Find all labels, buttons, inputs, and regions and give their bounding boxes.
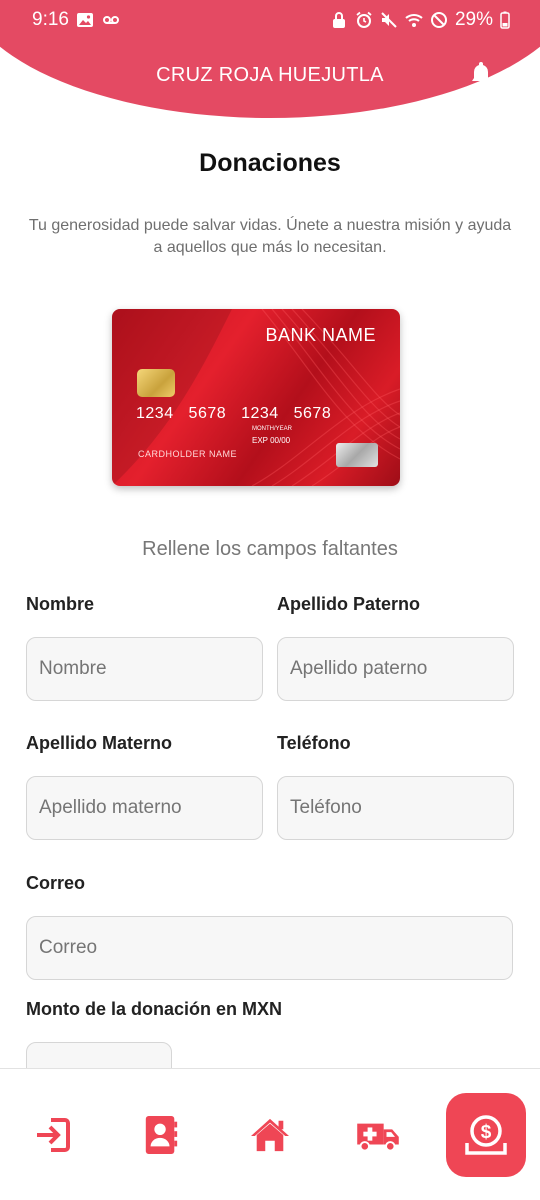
monto-label: Monto de la donación en MXN bbox=[26, 999, 282, 1019]
contacts-icon bbox=[145, 1116, 178, 1154]
expiry: EXP 00/00 bbox=[252, 436, 291, 445]
status-right-icons: 29% bbox=[330, 9, 510, 31]
telefono-input[interactable] bbox=[277, 776, 514, 840]
alarm-icon bbox=[355, 11, 373, 29]
nombre-label: Nombre bbox=[26, 594, 95, 614]
page-title: Donaciones bbox=[199, 149, 341, 177]
donation-icon: $ bbox=[465, 1115, 507, 1155]
apellido-paterno-input[interactable] bbox=[277, 637, 514, 701]
hologram-icon bbox=[336, 443, 378, 467]
lock-icon bbox=[330, 11, 348, 29]
correo-label: Correo bbox=[26, 873, 86, 893]
login-icon bbox=[37, 1118, 70, 1152]
home-icon bbox=[251, 1118, 289, 1152]
bottom-nav: $ bbox=[0, 1068, 540, 1200]
donations-screen: 9:16 29% CRUZ ROJA HUEJUTLA Donaciones T… bbox=[0, 0, 540, 1200]
ambulance-icon bbox=[357, 1123, 399, 1152]
mute-icon bbox=[380, 11, 398, 29]
gallery-icon bbox=[76, 11, 94, 29]
form-hint: Rellene los campos faltantes bbox=[142, 538, 398, 560]
bank-name: BANK NAME bbox=[265, 325, 376, 345]
nav-login[interactable] bbox=[23, 1095, 83, 1175]
credit-card-image: BANK NAME 1234 5678 1234 5678 MONTH/YEAR… bbox=[112, 309, 400, 486]
app-title: CRUZ ROJA HUEJUTLA bbox=[156, 64, 384, 86]
nav-home[interactable] bbox=[240, 1095, 300, 1175]
correo-input[interactable] bbox=[26, 916, 513, 980]
nav-ambulance[interactable] bbox=[348, 1095, 408, 1175]
do-not-disturb-icon bbox=[430, 11, 448, 29]
apellido-paterno-label: Apellido Paterno bbox=[277, 594, 421, 614]
svg-text:$: $ bbox=[481, 1122, 492, 1143]
card-number: 1234 5678 1234 5678 bbox=[136, 405, 332, 422]
status-left-icons bbox=[76, 11, 120, 29]
telefono-label: Teléfono bbox=[277, 733, 351, 753]
cardholder-name: CARDHOLDER NAME bbox=[138, 449, 238, 459]
battery-icon bbox=[500, 11, 510, 29]
bell-icon[interactable] bbox=[468, 60, 494, 86]
month-year-label: MONTH/YEAR bbox=[252, 426, 293, 432]
apellido-materno-input[interactable] bbox=[26, 776, 263, 840]
voicemail-icon bbox=[102, 11, 120, 29]
status-time: 9:16 bbox=[32, 9, 69, 30]
nav-donations[interactable]: $ bbox=[446, 1093, 526, 1177]
nombre-input[interactable] bbox=[26, 637, 263, 701]
chip-icon bbox=[137, 369, 175, 397]
wifi-icon bbox=[405, 11, 423, 29]
page-subtitle: Tu generosidad puede salvar vidas. Únete… bbox=[28, 217, 512, 256]
nav-contacts[interactable] bbox=[131, 1095, 191, 1175]
status-bar: 9:16 29% bbox=[0, 0, 540, 40]
battery-percent: 29% bbox=[454, 9, 493, 30]
apellido-materno-label: Apellido Materno bbox=[26, 733, 173, 753]
